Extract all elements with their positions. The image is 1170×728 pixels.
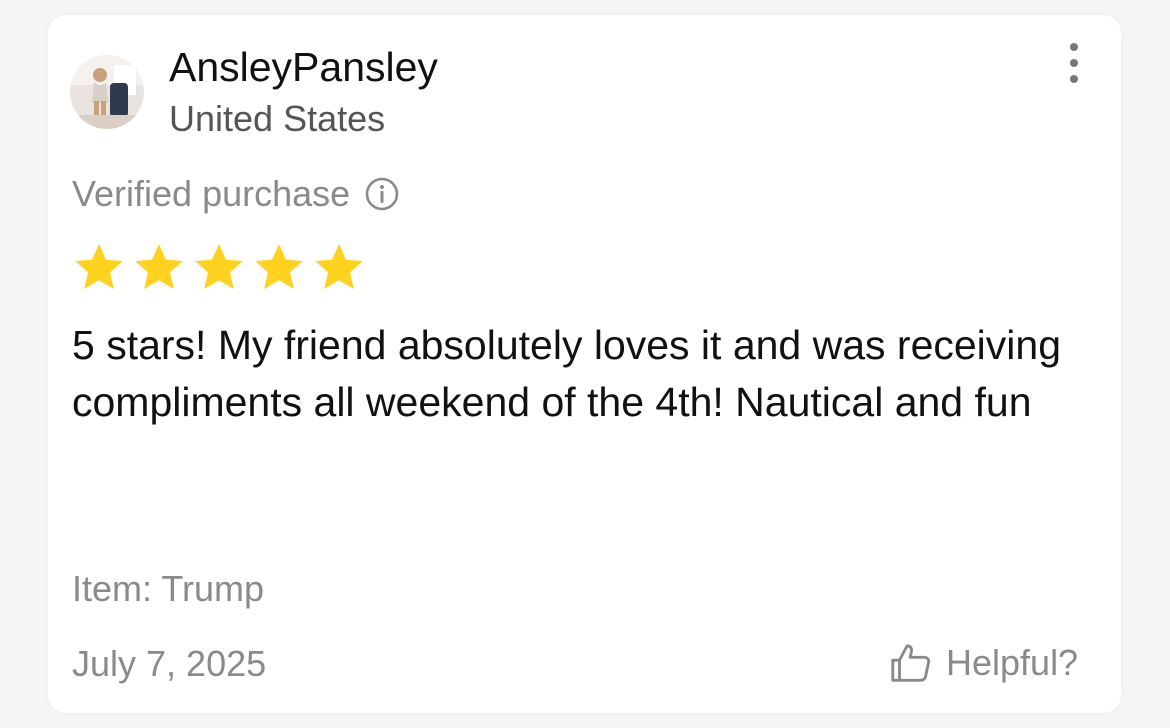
- star-icon: [135, 244, 183, 290]
- review-text: 5 stars! My friend absolutely loves it a…: [72, 322, 1062, 425]
- verified-purchase-label: Verified purchase: [72, 173, 351, 214]
- verified-purchase: Verified purchase: [72, 170, 400, 218]
- star-icon: [315, 244, 363, 290]
- star-rating: [72, 240, 366, 294]
- info-icon[interactable]: [364, 176, 400, 212]
- helpful-button[interactable]: Helpful?: [888, 637, 1078, 689]
- reviewer-country: United States: [169, 98, 386, 139]
- item-variant: Item: Trump: [72, 568, 265, 609]
- thumbs-up-icon: [891, 644, 931, 682]
- review-date: July 7, 2025: [72, 643, 267, 684]
- review-card: AnsleyPansley United States Verified pur…: [48, 15, 1121, 713]
- more-options-button[interactable]: [1053, 39, 1095, 87]
- star-icon: [195, 244, 243, 290]
- more-vertical-icon: [1070, 43, 1078, 51]
- reviewer-name[interactable]: AnsleyPansley: [169, 41, 438, 93]
- helpful-label: Helpful?: [946, 642, 1079, 683]
- star-icon: [75, 244, 123, 290]
- star-icon: [255, 244, 303, 290]
- avatar-photo: [70, 55, 144, 129]
- avatar[interactable]: [70, 55, 144, 129]
